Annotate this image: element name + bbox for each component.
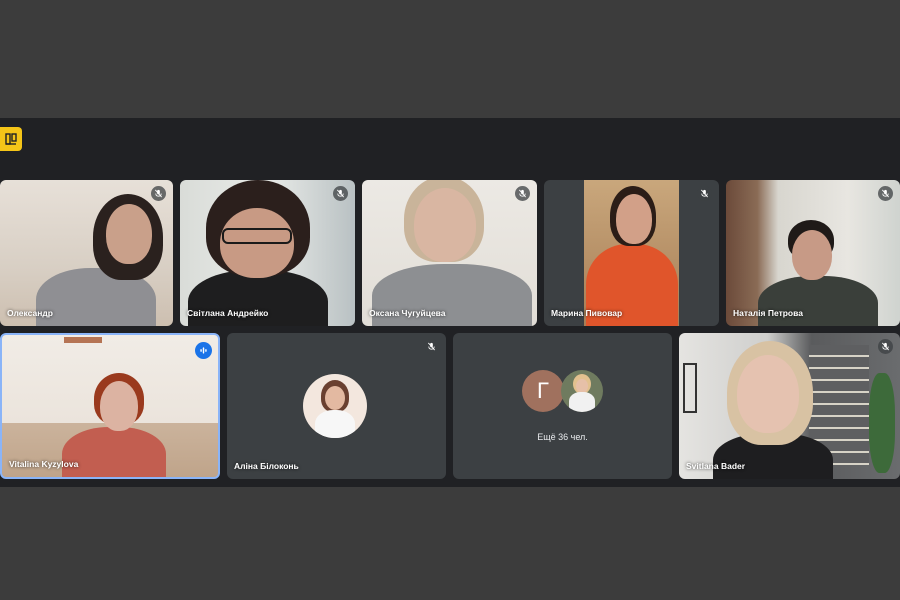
screenshot-frame-top: [0, 0, 900, 118]
participant-tile[interactable]: Олександр: [0, 180, 173, 326]
screenshot-frame-bottom: [0, 487, 900, 600]
more-participants-label: Ещё 36 чел.: [537, 432, 588, 442]
avatar: Г: [522, 370, 564, 412]
participant-tile[interactable]: Оксана Чугуйцева: [362, 180, 537, 326]
mic-off-icon: [515, 186, 530, 201]
avatar: [303, 374, 367, 438]
mic-off-icon: [424, 339, 439, 354]
more-participants-tile[interactable]: Г Ещё 36 чел.: [453, 333, 672, 479]
participant-tile[interactable]: Аліна Білоконь: [227, 333, 446, 479]
participant-name: Наталія Петрова: [733, 308, 803, 318]
participant-tile[interactable]: Марина Пивовар: [544, 180, 719, 326]
participant-name: Оксана Чугуйцева: [369, 308, 446, 318]
participant-tile[interactable]: Svitlana Bader: [679, 333, 900, 479]
mic-off-icon: [697, 186, 712, 201]
speaking-indicator-icon: [195, 342, 212, 359]
camera-frame: [584, 180, 679, 326]
mic-off-icon: [878, 186, 893, 201]
meet-badge-icon[interactable]: [0, 127, 22, 151]
participant-name: Vitalina Kyzylova: [9, 459, 79, 469]
glasses: [222, 228, 292, 244]
mic-off-icon: [333, 186, 348, 201]
participant-tile[interactable]: Світлана Андрейко: [180, 180, 355, 326]
participant-name: Марина Пивовар: [551, 308, 623, 318]
participant-tile[interactable]: Наталія Петрова: [726, 180, 900, 326]
participant-name: Світлана Андрейко: [187, 308, 269, 318]
participant-name: Олександр: [7, 308, 53, 318]
avatar: [561, 370, 603, 412]
mic-off-icon: [151, 186, 166, 201]
plant: [869, 373, 895, 473]
participant-name: Аліна Білоконь: [234, 461, 299, 471]
mic-off-icon: [878, 339, 893, 354]
participant-name: Svitlana Bader: [686, 461, 746, 471]
wall-frame: [683, 363, 697, 413]
participant-tile-active-speaker[interactable]: Vitalina Kyzylova: [0, 333, 220, 479]
wall-picture: [64, 337, 102, 343]
meeting-window: Олександр Світлана Андрейко Оксана Чугуй…: [0, 118, 900, 487]
